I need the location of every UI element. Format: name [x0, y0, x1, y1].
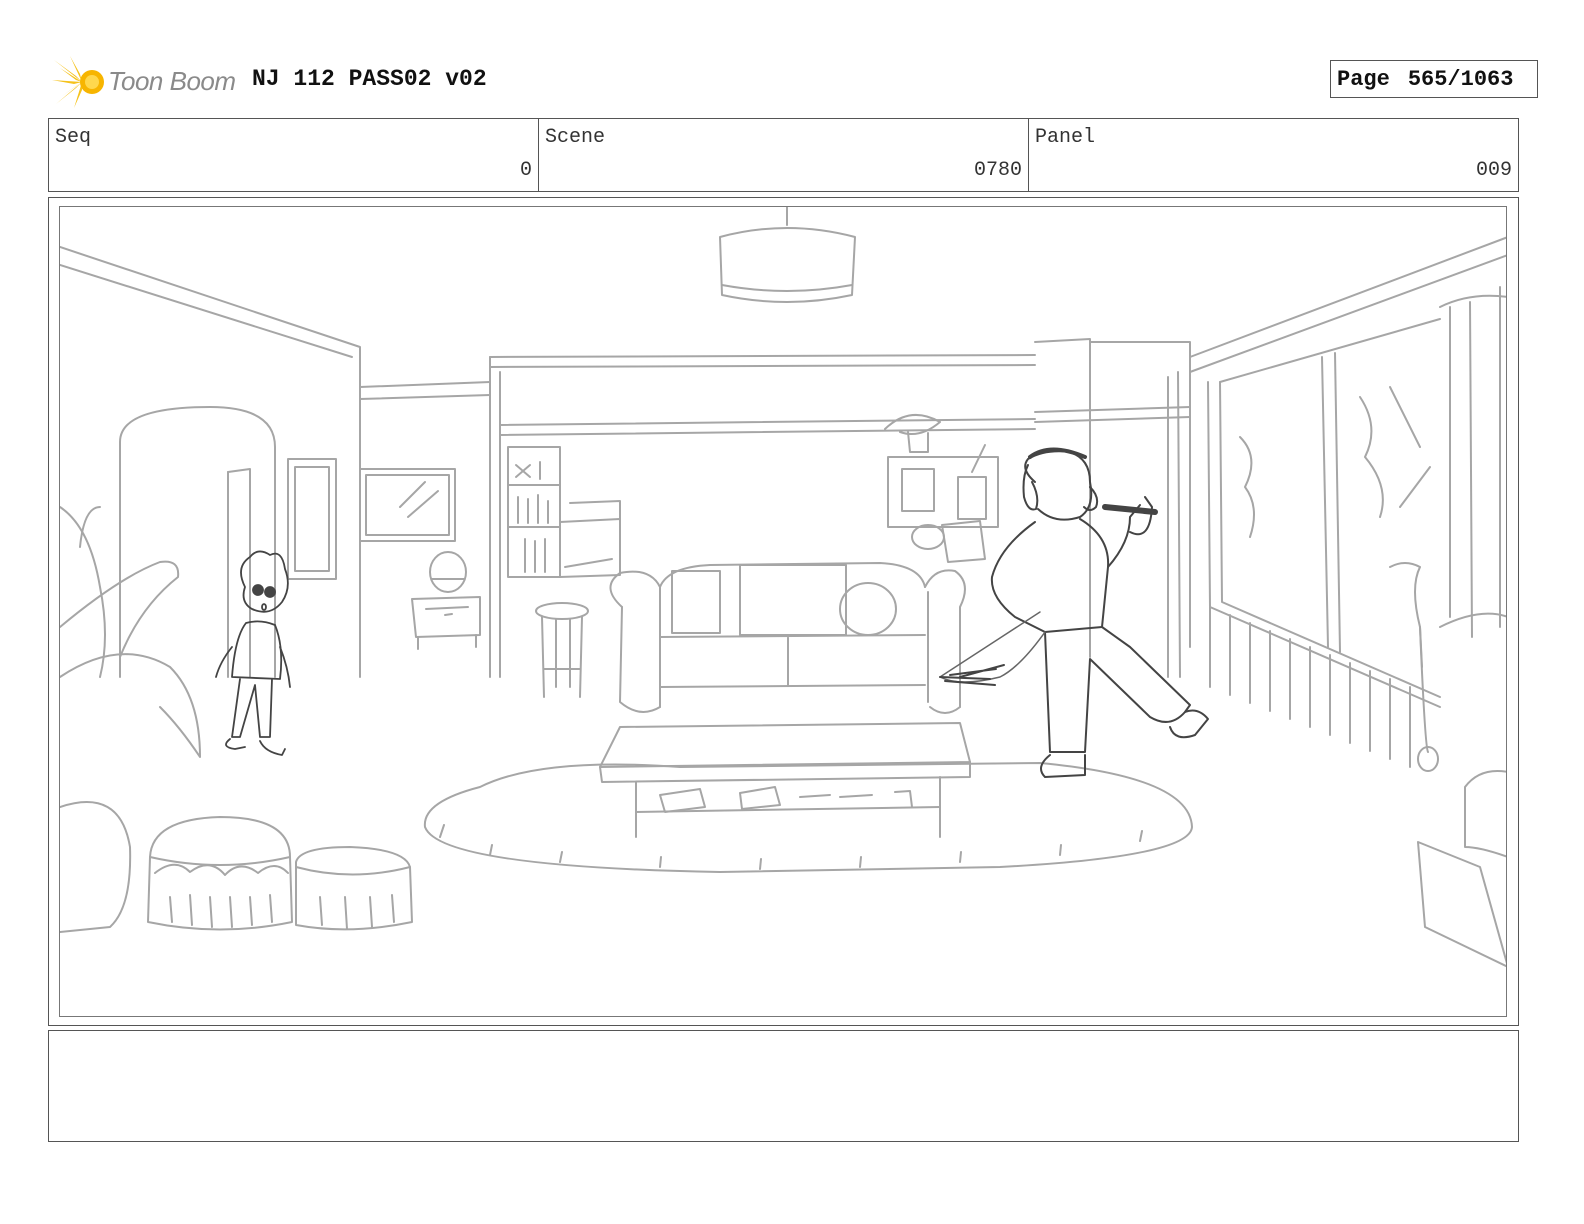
scene-cell: Scene 0780	[539, 119, 1029, 191]
shot-info-row: Seq 0 Scene 0780 Panel 009	[48, 118, 1519, 192]
logo-text: Toon Boom	[108, 66, 236, 96]
panel-cell: Panel 009	[1029, 119, 1518, 191]
page-indicator: Page 565/1063	[1330, 60, 1538, 98]
storyboard-drawing	[59, 206, 1507, 1017]
coffee-table	[599, 722, 971, 838]
left-plant	[60, 506, 201, 933]
room-walls	[60, 236, 1506, 678]
sofa	[609, 562, 966, 714]
living-room-sketch	[60, 207, 1506, 968]
wall-pictures	[287, 458, 456, 580]
page-number: 565/1063	[1407, 66, 1514, 92]
starburst-logo-icon	[52, 56, 104, 108]
ottomans	[147, 816, 413, 931]
arched-doorway	[119, 406, 276, 678]
storyboard-header: Toon Boom NJ 112 PASS02 v02 Page 565/106…	[48, 50, 1538, 110]
wall-shelf-plant	[884, 413, 999, 563]
page-label: Page	[1337, 66, 1390, 92]
panel-notes-box	[48, 1030, 1519, 1142]
toon-boom-logo: Toon Boom	[52, 54, 242, 110]
side-table-lamp	[411, 551, 481, 650]
storyboard-panel-frame	[48, 197, 1519, 1026]
ceiling-lamp	[719, 207, 856, 303]
panel-label: Panel	[1035, 126, 1096, 149]
bookshelf	[507, 446, 621, 578]
seq-cell: Seq 0	[49, 119, 539, 191]
right-planter	[1389, 562, 1506, 968]
seq-value: 0	[519, 159, 532, 182]
stool	[535, 602, 589, 698]
panel-value: 009	[1475, 159, 1512, 182]
scene-value: 0780	[973, 159, 1022, 182]
scene-label: Scene	[545, 126, 606, 149]
seq-label: Seq	[55, 126, 92, 149]
window-curtains	[1167, 286, 1506, 768]
project-title: NJ 112 PASS02 v02	[252, 66, 487, 92]
